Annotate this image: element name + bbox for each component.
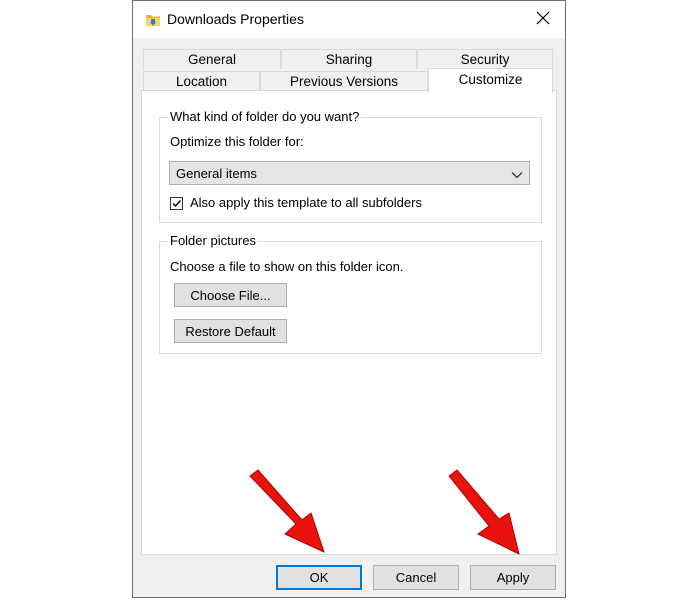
red-arrow-icon (448, 469, 520, 555)
optimize-label: Optimize this folder for: (170, 134, 304, 149)
folder-pictures-group: Folder pictures Choose a file to show on… (159, 233, 542, 354)
apply-subfolders-label: Also apply this template to all subfolde… (190, 195, 422, 210)
cancel-button[interactable]: Cancel (373, 565, 459, 590)
red-arrow-icon (249, 469, 325, 553)
tab-security[interactable]: Security (417, 49, 553, 69)
optimize-dropdown-value: General items (176, 166, 257, 181)
close-button[interactable] (521, 1, 565, 38)
folder-type-group: What kind of folder do you want? Optimiz… (159, 109, 542, 223)
folder-pictures-legend: Folder pictures (168, 233, 258, 248)
tab-general[interactable]: General (143, 49, 281, 69)
close-icon (536, 11, 550, 28)
folder-pictures-description: Choose a file to show on this folder ico… (170, 259, 404, 274)
ok-button[interactable]: OK (276, 565, 362, 590)
tab-location[interactable]: Location (143, 71, 260, 91)
title-bar: Downloads Properties (133, 1, 565, 38)
window-title: Downloads Properties (167, 11, 304, 27)
folder-type-legend: What kind of folder do you want? (168, 109, 362, 124)
chevron-down-icon (511, 168, 523, 179)
tab-previous-versions[interactable]: Previous Versions (260, 71, 428, 91)
apply-subfolders-checkbox[interactable] (170, 197, 183, 210)
tab-sharing[interactable]: Sharing (281, 49, 417, 69)
folder-icon (145, 12, 161, 28)
apply-button[interactable]: Apply (470, 565, 556, 590)
optimize-dropdown[interactable]: General items (169, 161, 530, 185)
restore-default-button[interactable]: Restore Default (174, 319, 287, 343)
choose-file-button[interactable]: Choose File... (174, 283, 287, 307)
tab-customize[interactable]: Customize (428, 68, 553, 93)
